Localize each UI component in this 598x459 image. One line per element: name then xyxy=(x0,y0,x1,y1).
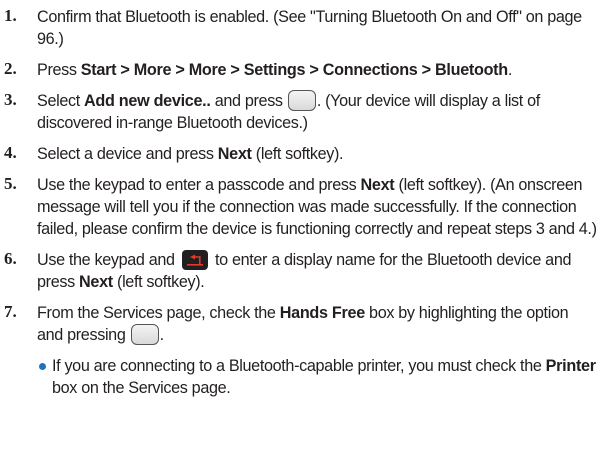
step-body: Confirm that Bluetooth is enabled. (See … xyxy=(37,6,598,50)
step-text: Use the keypad to enter a passcode and p… xyxy=(37,176,361,194)
step-text: Select a device and press xyxy=(37,145,218,163)
bold-term: Add new device.. xyxy=(84,92,211,110)
ok-key-icon xyxy=(287,90,316,111)
bold-term: Printer xyxy=(545,357,596,375)
step-number: 5. xyxy=(4,174,17,193)
step-text: . xyxy=(507,61,513,79)
step-item: 3. Select Add new device.. and press . (Y… xyxy=(0,90,598,134)
bold-term: Start > More > More > Settings > Connect… xyxy=(80,61,508,79)
step-number: 6. xyxy=(4,249,17,268)
step-text: Use the keypad and xyxy=(37,251,179,269)
step-text: . xyxy=(159,326,165,344)
step-body: From the Services page, check the Hands … xyxy=(37,302,598,346)
step-item: 5. Use the keypad to enter a passcode and… xyxy=(0,174,598,240)
ok-key-icon xyxy=(130,324,159,345)
step-text: (left softkey). xyxy=(112,273,205,291)
step-text: Confirm that Bluetooth is enabled. (See … xyxy=(37,8,582,48)
step-text: If you are connecting to a Bluetooth-cap… xyxy=(52,357,546,375)
step-text: From the Services page, check the xyxy=(37,304,280,322)
step-item: 2. Press Start > More > More > Settings >… xyxy=(0,59,598,81)
step-number: 3. xyxy=(4,90,17,109)
step-text: Select xyxy=(37,92,85,110)
step-text: (left softkey). xyxy=(251,145,344,163)
bold-term: Next xyxy=(78,273,113,291)
step-body: Press Start > More > More > Settings > C… xyxy=(37,59,598,81)
bold-term: Next xyxy=(360,176,395,194)
step-number: 2. xyxy=(4,59,17,78)
step-text: Press xyxy=(37,61,81,79)
step-number: 4. xyxy=(4,143,17,162)
step-item: 4. Select a device and press Next (left s… xyxy=(0,143,598,165)
step-text: box on the Services page. xyxy=(52,379,231,397)
step-body: Select a device and press Next (left sof… xyxy=(37,143,598,165)
bold-term: Hands Free xyxy=(279,304,365,322)
bold-term: Next xyxy=(217,145,252,163)
bullet-icon xyxy=(39,363,46,370)
sub-bullet-item: If you are connecting to a Bluetooth-cap… xyxy=(0,355,598,399)
instruction-list: 1. Confirm that Bluetooth is enabled. (Se… xyxy=(0,6,598,399)
step-number: 7. xyxy=(4,302,17,321)
step-body: Select Add new device.. and press . (You… xyxy=(37,90,598,134)
step-body: Use the keypad and to enter a display na… xyxy=(37,249,598,293)
step-text: and press xyxy=(210,92,287,110)
back-key-icon xyxy=(181,250,208,270)
step-item: 1. Confirm that Bluetooth is enabled. (Se… xyxy=(0,6,598,50)
step-item: 6. Use the keypad and to enter a display … xyxy=(0,249,598,293)
step-number: 1. xyxy=(4,6,17,25)
step-body: Use the keypad to enter a passcode and p… xyxy=(37,174,598,240)
step-item: 7. From the Services page, check the Hand… xyxy=(0,302,598,346)
